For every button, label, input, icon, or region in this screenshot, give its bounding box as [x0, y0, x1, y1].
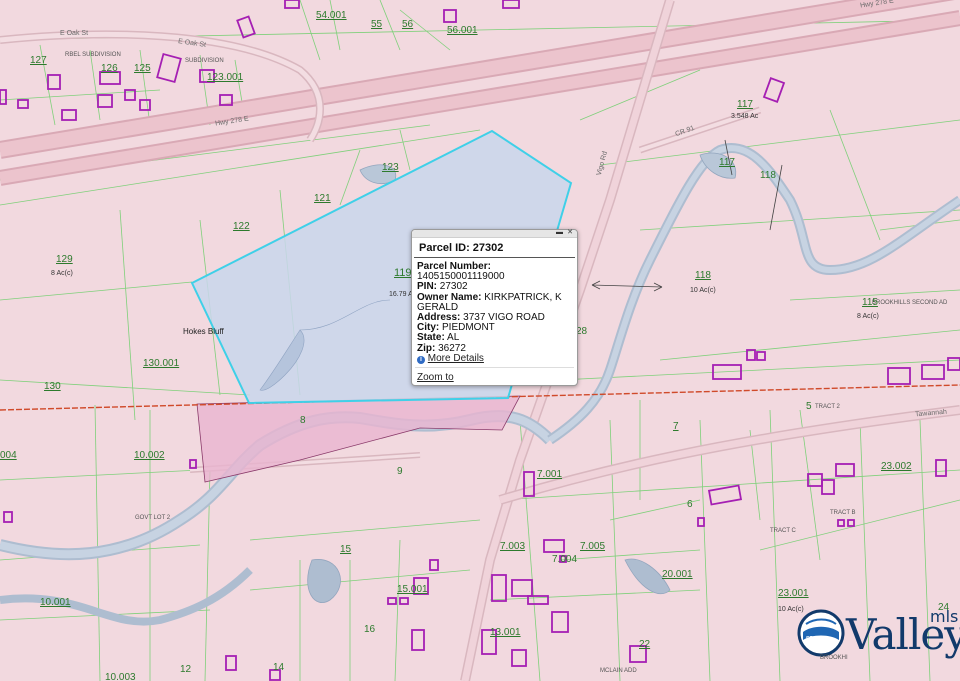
parcel-label[interactable]: 129 — [56, 255, 73, 265]
parcel-label[interactable]: 15 — [340, 545, 351, 555]
logo-suffix: mls.c — [930, 607, 960, 626]
zoom-to-link[interactable]: Zoom to — [417, 372, 454, 383]
place-gov-lot: GOVT LOT 2 — [135, 515, 171, 521]
parcel-label[interactable]: 14 — [273, 663, 284, 673]
parcel-label[interactable]: 127 — [30, 56, 47, 66]
parcel-label[interactable]: 115 — [862, 298, 878, 308]
parcel-label[interactable]: 23.002 — [881, 462, 912, 472]
place-tract: TRACT 2 — [815, 404, 840, 410]
parcel-label[interactable]: 121 — [314, 194, 331, 204]
parcel-label[interactable]: 5 — [806, 402, 812, 412]
popup-titlebar: ▬ ✕ — [412, 228, 577, 238]
parcel-label[interactable]: 118 — [760, 171, 776, 181]
parcel-acres: 3.548 Ac — [731, 113, 759, 120]
parcel-label[interactable]: 123.001 — [207, 73, 243, 83]
parcel-map[interactable]: E Oak St Hwy 278 E Hwy 278 E E Oak St Vi… — [0, 0, 960, 681]
parcel-acres: 10 Ac(c) — [690, 287, 716, 294]
parcel-label[interactable]: 126 — [101, 64, 118, 74]
parcel-label[interactable]: 8 — [300, 416, 306, 426]
parcel-label[interactable]: 004 — [0, 451, 17, 461]
place-subdivision-top: RBEL SUBDIVISION — [65, 52, 121, 58]
parcel-label[interactable]: 10.001 — [40, 598, 71, 608]
place-tract-b: TRACT B — [830, 510, 856, 516]
parcel-label[interactable]: 6 — [687, 500, 693, 510]
parcel-label[interactable]: 10.002 — [134, 451, 165, 461]
parcel-label[interactable]: 13.001 — [490, 628, 521, 638]
road-label-oak: E Oak St — [60, 30, 89, 37]
parcel-label[interactable]: 9 — [397, 467, 403, 477]
parcel-label[interactable]: 7 — [673, 422, 679, 432]
parcel-label[interactable]: 20.001 — [662, 570, 693, 580]
parcel-label[interactable]: 117 — [737, 100, 753, 110]
parcel-label[interactable]: 122 — [233, 222, 250, 232]
popup-divider — [415, 367, 574, 368]
parcel-label[interactable]: 118 — [695, 271, 711, 281]
valley-mls-logo: Valley mls.c SECOND — [798, 608, 960, 668]
owner-label: Owner Name: — [417, 291, 482, 303]
parcel-label[interactable]: 125 — [134, 64, 151, 74]
adjacent-parcel-8[interactable] — [196, 395, 521, 483]
more-details-link[interactable]: More Details — [428, 353, 484, 364]
parcel-label[interactable]: 7.003 — [500, 542, 525, 552]
parcel-label[interactable]: 117 — [719, 158, 735, 168]
logo-tagline: SECOND — [806, 636, 828, 642]
place-mclain: MCLAIN ADD — [600, 668, 637, 674]
parcel-label[interactable]: 56 — [402, 20, 413, 30]
minimize-icon[interactable]: ▬ — [556, 228, 563, 237]
parcel-acres: 8 Ac(c) — [857, 313, 879, 320]
close-icon[interactable]: ✕ — [567, 228, 573, 237]
parcel-label[interactable]: 15.001 — [397, 585, 428, 595]
popup-title: Parcel ID: 27302 — [414, 238, 575, 258]
info-icon: i — [417, 355, 425, 364]
parcel-label[interactable]: 54.001 — [316, 11, 347, 21]
parcel-label-selected[interactable]: 119 — [394, 268, 412, 279]
parcel-label[interactable]: 123 — [382, 163, 399, 173]
parcel-label[interactable]: 23.001 — [778, 589, 809, 599]
place-hokes-bluff: Hokes Bluff — [183, 327, 224, 336]
parcel-acres: 16.79 A — [389, 291, 413, 298]
parcel-label[interactable]: 55 — [371, 20, 382, 30]
parcel-label[interactable]: 130 — [44, 382, 61, 392]
parcel-label[interactable]: 7.005 — [580, 542, 605, 552]
parcel-label[interactable]: 7.004 — [552, 555, 577, 565]
parcel-info-popup[interactable]: ▬ ✕ Parcel ID: 27302 Parcel Number: 1405… — [411, 229, 578, 386]
parcel-label[interactable]: 16 — [364, 625, 375, 635]
parcel-label[interactable]: 56.001 — [447, 26, 478, 36]
owner-value-1: KIRKPATRICK, K — [484, 291, 562, 303]
parcel-label[interactable]: 12 — [180, 665, 191, 675]
parcel-label[interactable]: 22 — [639, 640, 650, 650]
place-brookhills: BROOKHILLS SECOND AD — [872, 300, 948, 306]
parcel-label[interactable]: 10.003 — [105, 673, 136, 681]
parcel-label[interactable]: 130.001 — [143, 359, 179, 369]
parcel-acres: 8 Ac(c) — [51, 270, 73, 277]
parcel-label[interactable]: 7.001 — [537, 470, 562, 480]
place-tract-c: TRACT C — [770, 528, 796, 534]
place-subdivision-top-2: SUBDIVISION — [185, 58, 224, 64]
